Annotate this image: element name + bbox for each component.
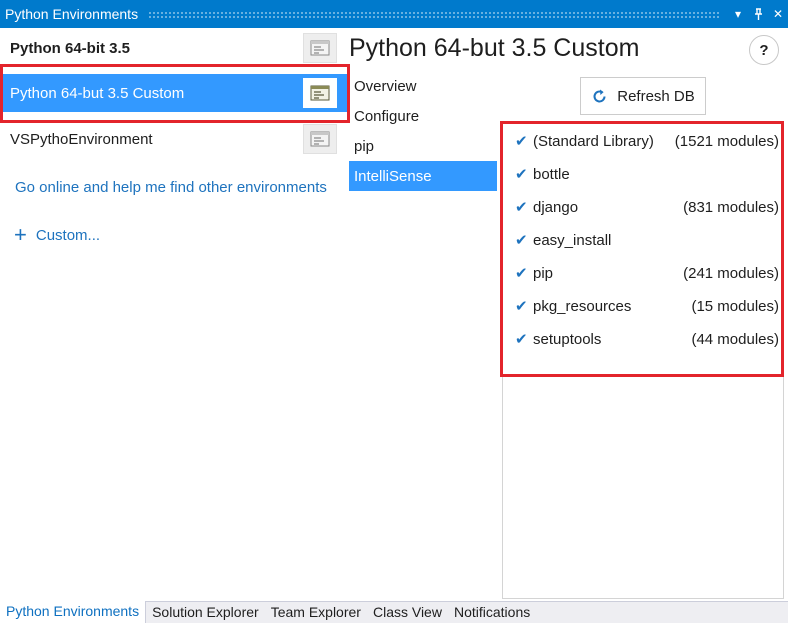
module-name: pkg_resources xyxy=(533,297,632,315)
module-count: (1521 modules) xyxy=(674,132,779,150)
title-bar-grip[interactable] xyxy=(148,10,720,18)
refresh-icon xyxy=(593,89,606,102)
checkmark-icon: ✔ xyxy=(515,166,528,183)
env-item-label: Python 64-bit 3.5 xyxy=(10,39,131,57)
module-count: (44 modules) xyxy=(691,330,779,348)
checkmark-icon: ✔ xyxy=(515,331,528,348)
title-bar: Python Environments ▾ ✕ xyxy=(0,0,788,28)
module-name: pip xyxy=(533,264,554,282)
module-name: django xyxy=(533,198,579,216)
env-item-python-64-but-3-5-custom[interactable]: Python 64-but 3.5 Custom xyxy=(0,74,347,112)
tab-team-explorer[interactable]: Team Explorer xyxy=(265,602,367,623)
module-row[interactable]: ✔ (Standard Library) (1521 modules) xyxy=(515,128,779,154)
env-item-python-64-bit-3-5[interactable]: Python 64-bit 3.5 xyxy=(0,29,347,67)
tab-python-environments[interactable]: Python Environments xyxy=(0,601,147,623)
module-row[interactable]: ✔ bottle xyxy=(515,161,779,187)
module-name: easy_install xyxy=(533,231,612,249)
module-name: (Standard Library) xyxy=(533,132,654,150)
module-row[interactable]: ✔ pip (241 modules) xyxy=(515,260,779,286)
checkmark-icon: ✔ xyxy=(515,232,528,249)
dropdown-icon[interactable]: ▾ xyxy=(728,3,748,25)
tab-solution-explorer[interactable]: Solution Explorer xyxy=(146,602,265,623)
checkmark-icon: ✔ xyxy=(515,199,528,216)
add-custom-environment-button[interactable]: + Custom... xyxy=(14,224,100,246)
tab-configure[interactable]: Configure xyxy=(349,101,497,131)
module-name: setuptools xyxy=(533,330,602,348)
module-row[interactable]: ✔ django (831 modules) xyxy=(515,194,779,220)
config-icon[interactable] xyxy=(303,124,337,154)
module-count: (15 modules) xyxy=(691,297,779,315)
module-row[interactable]: ✔ setuptools (44 modules) xyxy=(515,326,779,352)
refresh-db-label: Refresh DB xyxy=(617,87,695,105)
env-item-label: Python 64-but 3.5 Custom xyxy=(10,84,185,102)
tab-intellisense[interactable]: IntelliSense xyxy=(349,161,497,191)
module-row[interactable]: ✔ pkg_resources (15 modules) xyxy=(515,293,779,319)
bottom-tab-strip: Python Environments Solution Explorer Te… xyxy=(0,601,788,623)
checkmark-icon: ✔ xyxy=(515,265,528,282)
config-icon[interactable] xyxy=(303,33,337,63)
env-item-label: VSPythoEnvironment xyxy=(10,130,153,148)
find-environments-link[interactable]: Go online and help me find other environ… xyxy=(15,179,327,196)
page-title: Python 64-but 3.5 Custom xyxy=(349,34,640,62)
checkmark-icon: ✔ xyxy=(515,133,528,150)
custom-link-label: Custom... xyxy=(35,226,101,244)
module-name: bottle xyxy=(533,165,570,183)
tab-class-view[interactable]: Class View xyxy=(367,602,448,623)
window-title: Python Environments xyxy=(5,6,139,22)
help-button[interactable]: ? xyxy=(749,35,779,65)
refresh-db-button[interactable]: Refresh DB xyxy=(580,77,706,115)
tab-overview[interactable]: Overview xyxy=(349,71,497,101)
close-icon[interactable]: ✕ xyxy=(768,3,788,25)
env-item-vspythoenvironment[interactable]: VSPythoEnvironment xyxy=(0,120,347,158)
plus-icon: + xyxy=(14,222,27,247)
module-count: (831 modules) xyxy=(683,198,779,216)
checkmark-icon: ✔ xyxy=(515,298,528,315)
tab-pip[interactable]: pip xyxy=(349,131,497,161)
module-count: (241 modules) xyxy=(683,264,779,282)
module-row[interactable]: ✔ easy_install xyxy=(515,227,779,253)
pin-icon[interactable] xyxy=(748,3,768,25)
config-icon[interactable] xyxy=(303,78,337,108)
tab-notifications[interactable]: Notifications xyxy=(448,602,536,623)
